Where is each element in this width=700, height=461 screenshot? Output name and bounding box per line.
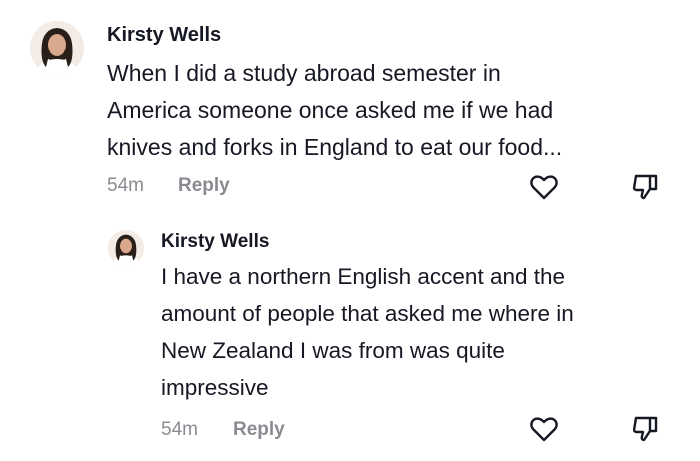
heart-outline-icon [530, 175, 558, 200]
dislike-button[interactable] [628, 412, 662, 446]
comment-username[interactable]: Kirsty Wells [161, 231, 269, 253]
avatar-image [30, 21, 84, 75]
comment-text: I have a northern English accent and the… [161, 264, 574, 400]
comment-thread: Kirsty Wells When I did a study abroad s… [0, 0, 700, 461]
reply-button[interactable]: Reply [178, 175, 230, 197]
like-button[interactable] [527, 170, 561, 204]
thumbs-down-icon [632, 174, 658, 200]
reply-comment: Kirsty Wells I have a northern English a… [0, 215, 700, 461]
avatar-image [108, 230, 144, 266]
avatar[interactable] [108, 230, 144, 266]
comment-text: When I did a study abroad semester in Am… [107, 60, 563, 160]
reply-button[interactable]: Reply [233, 419, 285, 441]
like-button[interactable] [527, 412, 561, 446]
thumbs-down-icon [632, 416, 658, 442]
comment: Kirsty Wells When I did a study abroad s… [0, 0, 700, 215]
comment-timestamp: 54m [161, 419, 198, 440]
heart-outline-icon [530, 417, 558, 442]
dislike-button[interactable] [628, 170, 662, 204]
comment-timestamp: 54m [107, 175, 144, 196]
avatar[interactable] [30, 21, 84, 75]
comment-username[interactable]: Kirsty Wells [107, 24, 221, 47]
